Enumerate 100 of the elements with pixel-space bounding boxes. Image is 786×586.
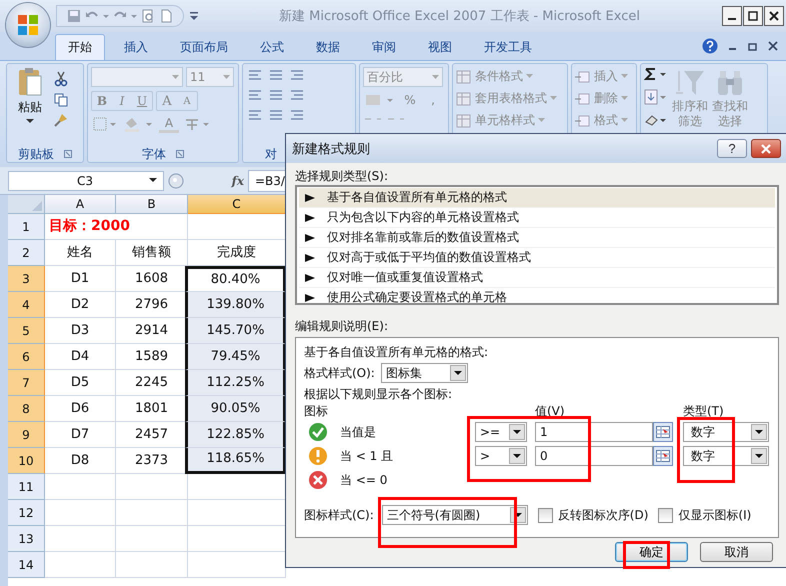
name-box[interactable]: C3 xyxy=(8,170,164,190)
type-dropdown[interactable]: 数字 xyxy=(683,446,769,466)
help-icon[interactable] xyxy=(702,38,718,54)
bullet-icon xyxy=(305,254,315,262)
ribbon-tab[interactable]: 页面布局 xyxy=(167,34,241,60)
paste-button[interactable]: 粘贴 xyxy=(10,67,50,143)
condition-text: 当 < 1 且 xyxy=(340,448,394,464)
caret-icon xyxy=(538,118,545,123)
customize-icon[interactable] xyxy=(190,11,198,21)
rule-type-item[interactable]: 仅对唯一值或重复值设置格式 xyxy=(299,268,775,288)
format-style-dropdown[interactable]: 图标集 xyxy=(380,363,468,383)
ribbon-tab[interactable]: 数据 xyxy=(303,34,353,60)
table-icon xyxy=(456,70,472,84)
rule-type-item[interactable]: 基于各自值设置所有单元格的格式 xyxy=(299,188,775,208)
section-label: 选择规则类型(S): xyxy=(295,168,390,185)
expand-icon[interactable] xyxy=(64,150,72,158)
row-header[interactable]: 12 xyxy=(8,500,45,526)
value-field[interactable]: 1 xyxy=(535,422,653,442)
rule-type-item[interactable]: 仅对高于或低于平均值的数值设置格式 xyxy=(299,248,775,268)
close-button[interactable] xyxy=(764,6,784,26)
type-dropdown[interactable]: 数字 xyxy=(683,422,769,442)
table-cell: 90.05% xyxy=(185,396,286,422)
table-cell: 118.65% xyxy=(185,448,286,474)
maximize-button[interactable] xyxy=(743,6,763,26)
caret-icon xyxy=(223,74,230,80)
column-header[interactable]: B xyxy=(116,195,188,214)
checkbox[interactable] xyxy=(658,508,674,522)
table-cell xyxy=(45,474,116,500)
range-select-button[interactable] xyxy=(653,446,673,466)
window-title: 新建 Microsoft Office Excel 2007 工作表 - Microsoft Excel xyxy=(278,8,641,25)
row-header[interactable]: 5 xyxy=(8,318,45,344)
row-header[interactable]: 8 xyxy=(8,396,45,422)
value-field[interactable]: 0 xyxy=(535,446,653,466)
dialog-button[interactable]: 取消 xyxy=(700,542,773,562)
row-header[interactable]: 4 xyxy=(8,292,45,318)
row-header[interactable]: 14 xyxy=(8,552,45,578)
row-header[interactable]: 13 xyxy=(8,526,45,552)
table-cell: 112.25% xyxy=(185,370,286,396)
select-all-corner[interactable] xyxy=(8,195,45,214)
restore-icon[interactable] xyxy=(748,41,758,51)
table-cell xyxy=(45,526,116,552)
copy-icon[interactable] xyxy=(54,93,68,107)
caret-icon xyxy=(621,74,628,79)
close-button[interactable] xyxy=(751,139,781,158)
table-cell: D8 xyxy=(45,448,116,474)
office-logo xyxy=(15,12,41,38)
fill-down-icon[interactable] xyxy=(644,89,668,105)
caret-icon xyxy=(550,96,557,101)
border-icon[interactable] xyxy=(91,115,119,133)
save-icon[interactable] xyxy=(67,9,81,23)
icon-style-dropdown[interactable]: 三个符号(有圆圈) xyxy=(382,505,528,525)
document-icon[interactable] xyxy=(159,9,173,23)
section-label: 编辑规则说明(E): xyxy=(295,318,389,335)
ribbon-tab[interactable]: 视图 xyxy=(415,34,465,60)
caret-icon xyxy=(526,74,533,79)
ribbon-tab[interactable]: 开发工具 xyxy=(471,34,545,60)
eraser-icon[interactable] xyxy=(644,113,668,127)
brush-icon[interactable] xyxy=(54,113,68,127)
dialog-title: 新建格式规则 xyxy=(292,140,370,158)
slider-handle-icon[interactable] xyxy=(168,172,184,188)
checkbox[interactable] xyxy=(538,508,553,522)
rule-type-item[interactable]: 仅对排名靠前或靠后的数值设置格式 xyxy=(299,228,775,248)
operator-dropdown[interactable]: > xyxy=(475,446,527,466)
warning-icon xyxy=(308,446,328,466)
column-header[interactable]: C xyxy=(188,195,286,214)
table-cell: D1 xyxy=(45,266,116,292)
operator-dropdown[interactable]: >= xyxy=(475,422,527,442)
close-icon[interactable] xyxy=(768,41,778,51)
cut-icon[interactable] xyxy=(54,71,68,87)
table-cell: D2 xyxy=(45,292,116,318)
row-header[interactable]: 9 xyxy=(8,422,45,448)
row-header[interactable]: 1 xyxy=(8,214,45,240)
font-name-field[interactable] xyxy=(91,67,183,87)
sum-icon[interactable] xyxy=(644,67,668,81)
close-icon xyxy=(760,144,772,154)
ribbon-tab[interactable]: 公式 xyxy=(247,34,297,60)
caret-icon xyxy=(621,118,628,123)
range-select-button[interactable] xyxy=(653,422,673,442)
column-header[interactable]: A xyxy=(45,195,116,214)
help-button[interactable]: ? xyxy=(717,139,747,158)
group-label: 对 xyxy=(265,146,277,162)
ribbon-tab[interactable]: 审阅 xyxy=(359,34,409,60)
row-header[interactable]: 2 xyxy=(8,240,45,266)
minimize-button[interactable] xyxy=(722,6,742,26)
insert-function-button[interactable]: fx xyxy=(232,174,244,188)
row-header[interactable]: 6 xyxy=(8,344,45,370)
row-header[interactable]: 11 xyxy=(8,474,45,500)
caret-icon xyxy=(432,74,439,80)
bullet-icon xyxy=(305,274,315,282)
expand-icon[interactable] xyxy=(176,150,184,158)
print-preview-icon[interactable] xyxy=(141,9,155,23)
row-header[interactable]: 7 xyxy=(8,370,45,396)
ribbon-tab[interactable]: 开始 xyxy=(55,34,105,60)
rule-type-item[interactable]: 使用公式确定要设置格式的单元格 xyxy=(299,288,775,308)
range-icon xyxy=(656,426,670,438)
ribbon-tab[interactable]: 插入 xyxy=(111,34,161,60)
rule-type-item[interactable]: 只为包含以下内容的单元格设置格式 xyxy=(299,208,775,228)
row-header[interactable]: 10 xyxy=(8,448,45,474)
office-button[interactable] xyxy=(6,3,50,47)
row-header[interactable]: 3 xyxy=(8,266,45,292)
